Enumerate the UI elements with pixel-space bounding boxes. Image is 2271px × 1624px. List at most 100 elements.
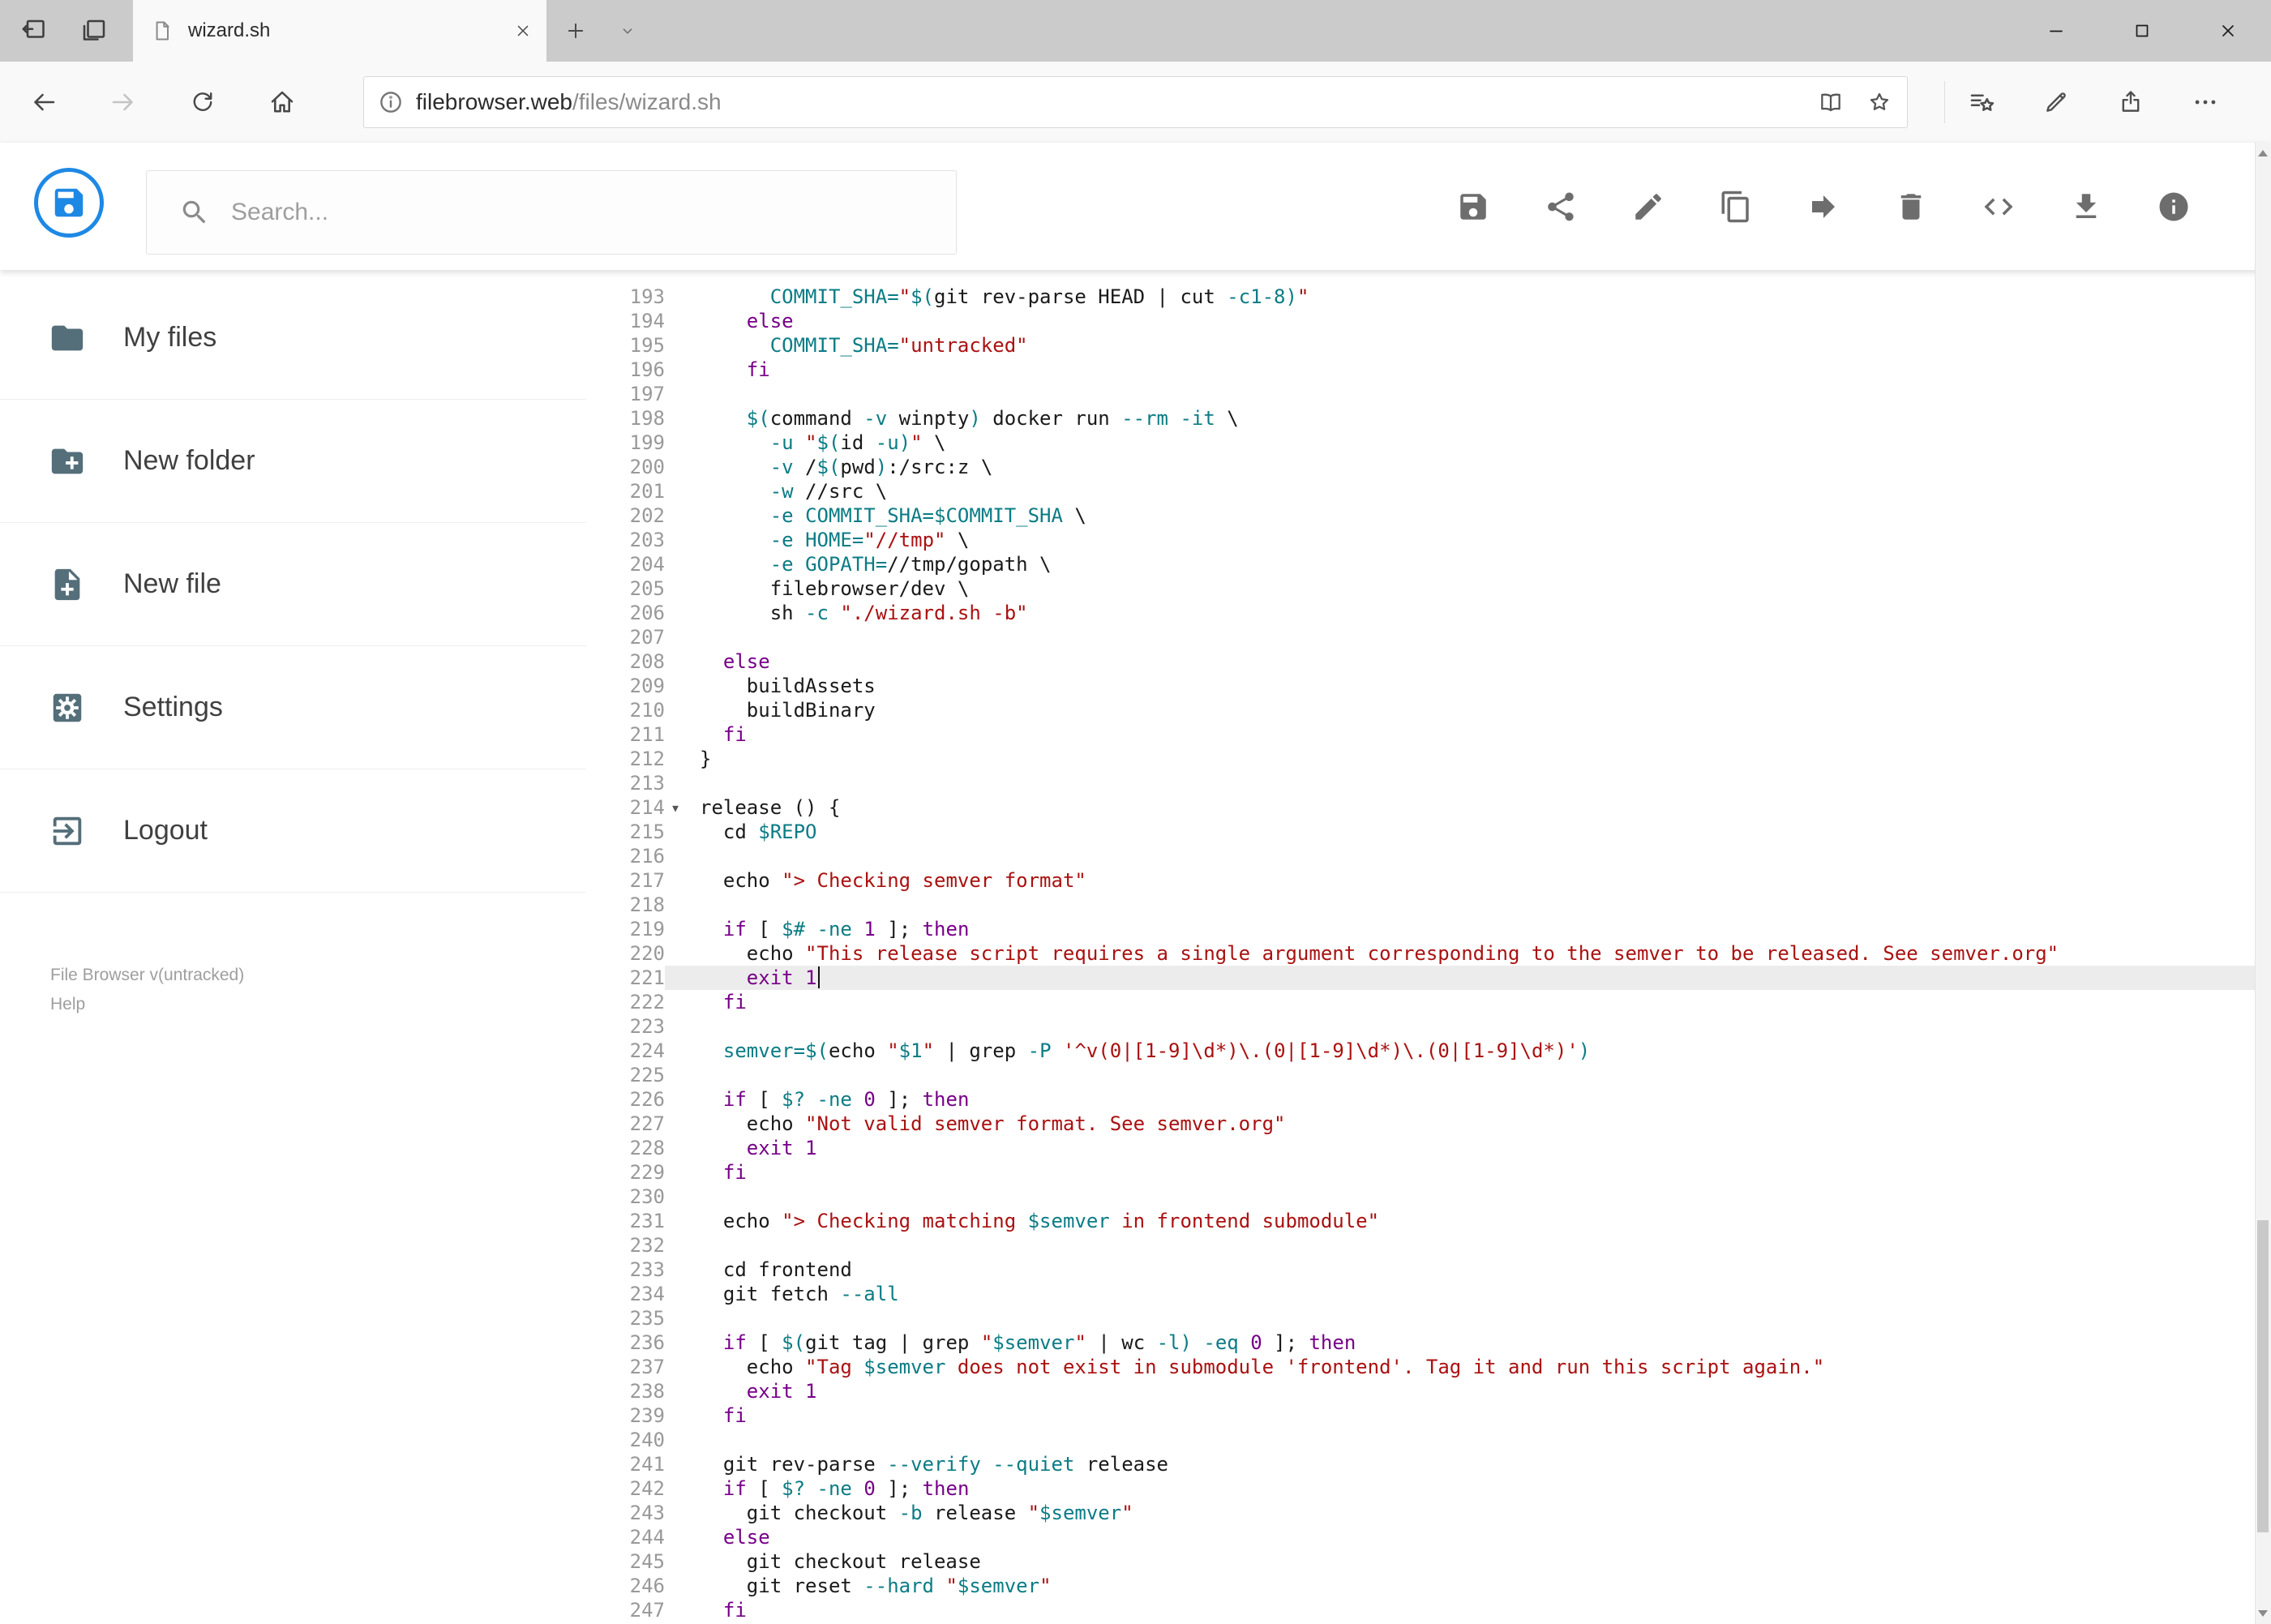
search-box[interactable]	[146, 170, 957, 255]
code-line-217[interactable]: 217 echo "> Checking semver format"	[586, 868, 2271, 893]
code-line-193[interactable]: 193 COMMIT_SHA="$(git rev-parse HEAD | c…	[586, 285, 2271, 309]
sidebar-item-new-folder[interactable]: New folder	[0, 400, 586, 523]
code-line-212[interactable]: 212}	[586, 747, 2271, 771]
code-line-222[interactable]: 222 fi	[586, 990, 2271, 1014]
more-menu-icon[interactable]	[2186, 83, 2225, 122]
search-input[interactable]	[231, 199, 956, 226]
code-line-246[interactable]: 246 git reset --hard "$semver"	[586, 1574, 2271, 1598]
refresh-button[interactable]	[183, 83, 222, 122]
code-line-231[interactable]: 231 echo "> Checking matching $semver in…	[586, 1209, 2271, 1233]
code-line-211[interactable]: 211 fi	[586, 722, 2271, 747]
code-line-225[interactable]: 225	[586, 1063, 2271, 1087]
code-line-207[interactable]: 207	[586, 625, 2271, 649]
code-line-213[interactable]: 213	[586, 771, 2271, 795]
code-line-200[interactable]: 200 -v /$(pwd):/src:z \	[586, 455, 2271, 479]
code-line-229[interactable]: 229 fi	[586, 1160, 2271, 1185]
rename-button[interactable]	[1630, 189, 1666, 225]
code-line-236[interactable]: 236 if [ $(git tag | grep "$semver" | wc…	[586, 1330, 2271, 1355]
back-button[interactable]	[24, 83, 63, 122]
save-button[interactable]	[1455, 189, 1491, 225]
raw-code-button[interactable]	[1981, 189, 2016, 225]
maximize-button[interactable]	[2099, 0, 2185, 62]
download-button[interactable]	[2068, 189, 2104, 225]
code-line-214[interactable]: 214 ▾ release () {	[586, 795, 2271, 820]
code-line-238[interactable]: 238 exit 1	[586, 1379, 2271, 1403]
browser-tab[interactable]: wizard.sh	[133, 0, 546, 62]
sidebar-item-new-file[interactable]: New file	[0, 523, 586, 646]
sidebar-item-settings[interactable]: Settings	[0, 646, 586, 769]
code-line-220[interactable]: 220 echo "This release script requires a…	[586, 941, 2271, 966]
code-line-228[interactable]: 228 exit 1	[586, 1136, 2271, 1160]
web-notes-pen-icon[interactable]	[2037, 83, 2076, 122]
code-line-242[interactable]: 242 if [ $? -ne 0 ]; then	[586, 1476, 2271, 1501]
code-line-241[interactable]: 241 git rev-parse --verify --quiet relea…	[586, 1452, 2271, 1476]
tab-menu-chevron-icon[interactable]	[605, 0, 650, 62]
share-button[interactable]	[1543, 189, 1579, 225]
sidebar-item-my-files[interactable]: My files	[0, 276, 586, 400]
code-line-226[interactable]: 226 if [ $? -ne 0 ]; then	[586, 1087, 2271, 1112]
scroll-down-arrow[interactable]	[2258, 1610, 2268, 1617]
scrollbar-thumb[interactable]	[2257, 1220, 2269, 1532]
code-line-237[interactable]: 237 echo "Tag $semver does not exist in …	[586, 1355, 2271, 1379]
code-line-195[interactable]: 195 COMMIT_SHA="untracked"	[586, 333, 2271, 358]
code-line-205[interactable]: 205 filebrowser/dev \	[586, 576, 2271, 601]
scroll-up-arrow[interactable]	[2258, 150, 2268, 156]
code-line-223[interactable]: 223	[586, 1014, 2271, 1039]
new-tab-button[interactable]	[546, 0, 605, 62]
set-tabs-aside-icon[interactable]	[18, 16, 47, 45]
code-editor[interactable]: 193 COMMIT_SHA="$(git rev-parse HEAD | c…	[586, 270, 2271, 1624]
code-line-218[interactable]: 218	[586, 893, 2271, 917]
code-line-198[interactable]: 198 $(command -v winpty) docker run --rm…	[586, 406, 2271, 431]
code-line-219[interactable]: 219 if [ $# -ne 1 ]; then	[586, 917, 2271, 941]
code-line-221[interactable]: 221 exit 1	[586, 966, 2271, 990]
code-line-232[interactable]: 232	[586, 1233, 2271, 1258]
code-line-224[interactable]: 224 semver=$(echo "$1" | grep -P '^v(0|[…	[586, 1039, 2271, 1063]
tab-close-icon[interactable]	[514, 22, 532, 40]
code-line-235[interactable]: 235	[586, 1306, 2271, 1330]
code-line-201[interactable]: 201 -w //src \	[586, 479, 2271, 503]
minimize-button[interactable]	[2013, 0, 2099, 62]
code-line-209[interactable]: 209 buildAssets	[586, 674, 2271, 698]
code-line-234[interactable]: 234 git fetch --all	[586, 1282, 2271, 1306]
code-line-204[interactable]: 204 -e GOPATH=//tmp/gopath \	[586, 552, 2271, 576]
hub-favorites-icon[interactable]	[1962, 83, 2001, 122]
copy-button[interactable]	[1718, 189, 1754, 225]
code-line-243[interactable]: 243 git checkout -b release "$semver"	[586, 1501, 2271, 1525]
add-favorite-star-icon[interactable]	[1866, 89, 1892, 115]
code-line-227[interactable]: 227 echo "Not valid semver format. See s…	[586, 1112, 2271, 1136]
share-icon[interactable]	[2111, 83, 2150, 122]
code-line-216[interactable]: 216	[586, 844, 2271, 868]
close-window-button[interactable]	[2185, 0, 2271, 62]
tabs-preview-icon[interactable]	[79, 16, 109, 45]
code-line-245[interactable]: 245 git checkout release	[586, 1549, 2271, 1574]
code-line-199[interactable]: 199 -u "$(id -u)" \	[586, 431, 2271, 455]
code-line-197[interactable]: 197	[586, 382, 2271, 406]
site-info-icon[interactable]	[377, 88, 405, 116]
code-line-215[interactable]: 215 cd $REPO	[586, 820, 2271, 844]
sidebar-item-logout[interactable]: Logout	[0, 769, 586, 893]
info-button[interactable]	[2156, 189, 2192, 225]
code-line-244[interactable]: 244 else	[586, 1525, 2271, 1549]
code-line-210[interactable]: 210 buildBinary	[586, 698, 2271, 722]
move-button[interactable]	[1806, 189, 1841, 225]
reading-view-icon[interactable]	[1818, 89, 1844, 115]
code-line-233[interactable]: 233 cd frontend	[586, 1258, 2271, 1282]
code-line-203[interactable]: 203 -e HOME="//tmp" \	[586, 528, 2271, 552]
help-link[interactable]: Help	[50, 990, 244, 1019]
page-scrollbar[interactable]	[2255, 143, 2271, 1624]
code-line-230[interactable]: 230	[586, 1185, 2271, 1209]
code-line-240[interactable]: 240	[586, 1428, 2271, 1452]
address-bar[interactable]: filebrowser.web/files/wizard.sh	[363, 76, 1908, 128]
code-line-208[interactable]: 208 else	[586, 649, 2271, 674]
code-line-206[interactable]: 206 sh -c "./wizard.sh -b"	[586, 601, 2271, 625]
forward-button[interactable]	[104, 83, 143, 122]
code-line-196[interactable]: 196 fi	[586, 358, 2271, 382]
home-button[interactable]	[263, 83, 302, 122]
filebrowser-logo[interactable]	[34, 168, 104, 238]
fold-toggle-icon[interactable]: ▾	[665, 795, 686, 820]
code-line-247[interactable]: 247 fi	[586, 1598, 2271, 1622]
code-line-239[interactable]: 239 fi	[586, 1403, 2271, 1428]
delete-button[interactable]	[1893, 189, 1929, 225]
code-line-202[interactable]: 202 -e COMMIT_SHA=$COMMIT_SHA \	[586, 503, 2271, 528]
code-line-194[interactable]: 194 else	[586, 309, 2271, 333]
